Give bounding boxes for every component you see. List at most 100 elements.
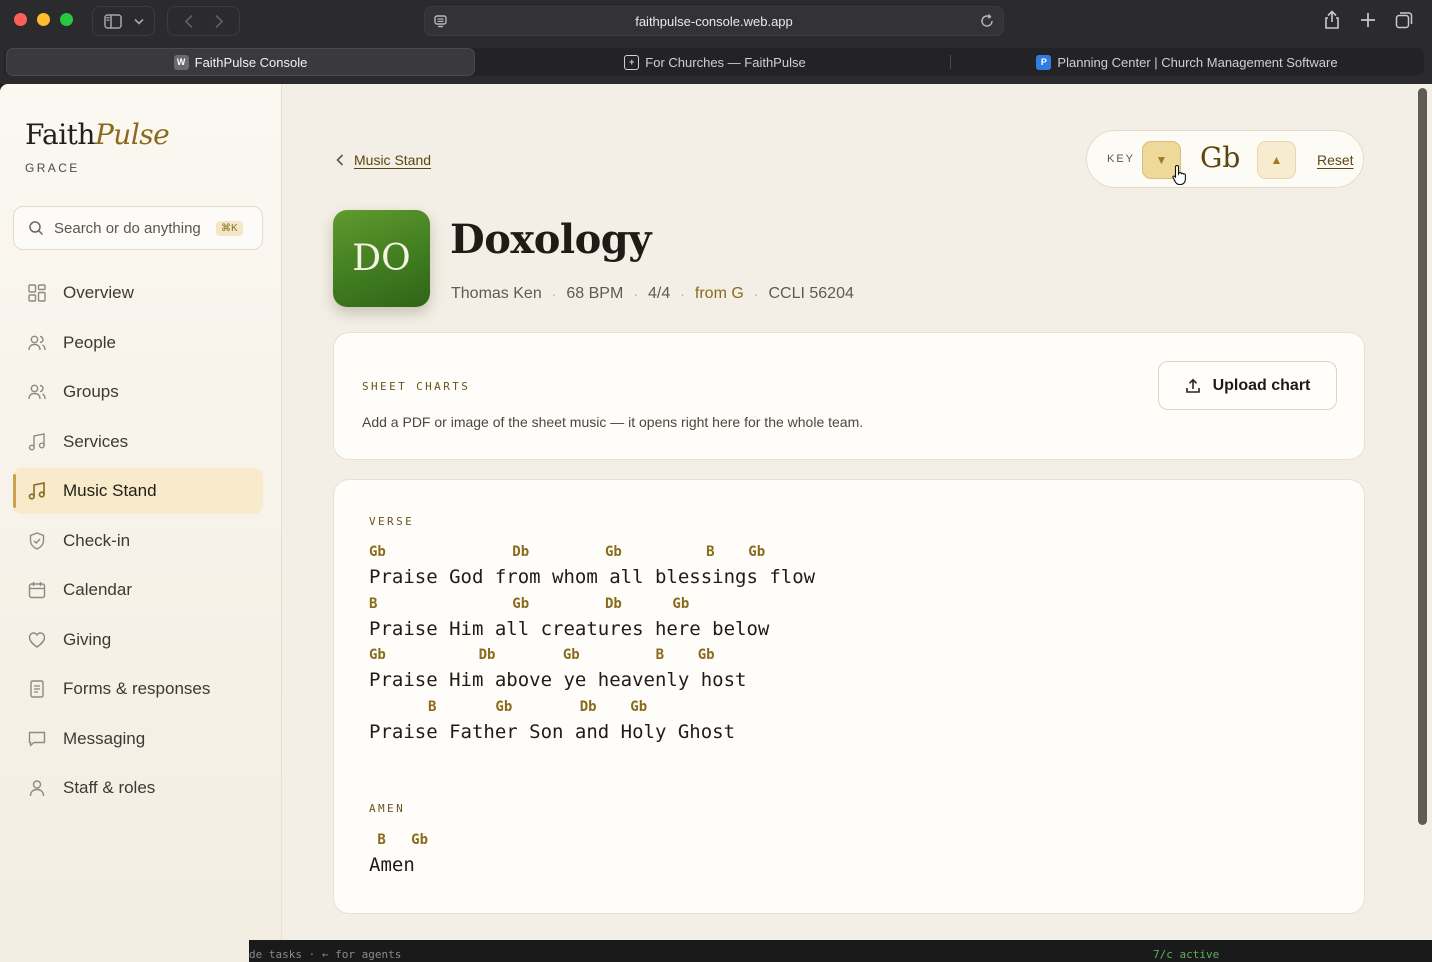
tab-for-churches[interactable]: + For Churches — FaithPulse bbox=[480, 48, 950, 76]
history-nav bbox=[167, 6, 240, 36]
sidebar-item-label: Groups bbox=[63, 382, 119, 401]
heart-icon bbox=[28, 631, 46, 648]
sidebar-item-label: Messaging bbox=[63, 728, 146, 748]
lyric-line: Praise Father Son and Holy Ghost bbox=[369, 721, 736, 743]
brand-logo[interactable]: FaithPulse bbox=[25, 118, 170, 151]
url-text: faithpulse-console.web.app bbox=[635, 13, 793, 29]
hand-cursor-icon bbox=[1172, 164, 1186, 186]
upload-chart-label: Upload chart bbox=[1212, 376, 1311, 394]
search-box[interactable]: ⌘K bbox=[13, 206, 263, 250]
lyric-line: Praise Him above ye heavenly host bbox=[369, 669, 747, 691]
sidebar-item-calendar[interactable]: Calendar bbox=[13, 567, 263, 613]
meta-separator: · bbox=[551, 286, 557, 302]
person-icon bbox=[29, 780, 45, 797]
org-name: GRACE bbox=[25, 161, 80, 175]
new-tab-icon[interactable] bbox=[1356, 8, 1380, 32]
scrollbar-thumb[interactable] bbox=[1418, 88, 1427, 825]
section-label-amen: AMEN bbox=[369, 802, 406, 815]
scrollbar[interactable] bbox=[1418, 84, 1430, 954]
sidebar-item-label: People bbox=[63, 332, 116, 352]
calendar-icon bbox=[28, 582, 46, 599]
back-arrow-icon[interactable] bbox=[184, 14, 194, 29]
reset-key-link[interactable]: Reset bbox=[1317, 152, 1354, 168]
close-window-button[interactable] bbox=[14, 13, 27, 26]
minimize-window-button[interactable] bbox=[37, 13, 50, 26]
meta-separator: · bbox=[633, 286, 638, 302]
sidebar-item-forms[interactable]: Forms & responses bbox=[13, 666, 263, 712]
song-ccli: CCLI 56204 bbox=[768, 285, 854, 302]
key-transpose-control: KEY ▼ Gb ▲ Reset bbox=[1086, 130, 1364, 188]
sidebar-item-label: Music Stand bbox=[63, 481, 157, 500]
chord-line: B Gb Db Gb bbox=[369, 699, 648, 715]
transpose-up-button[interactable]: ▲ bbox=[1257, 141, 1296, 179]
back-link[interactable]: Music Stand bbox=[336, 152, 431, 168]
groups-icon bbox=[28, 384, 46, 400]
meta-separator: · bbox=[680, 286, 685, 302]
music-note-icon bbox=[28, 432, 45, 450]
page-settings-icon[interactable] bbox=[433, 13, 449, 29]
current-key: Gb bbox=[1200, 141, 1241, 174]
tab-planning-center[interactable]: P Planning Center | Church Management So… bbox=[952, 48, 1422, 76]
sidebar-item-label: Check-in bbox=[63, 530, 131, 550]
key-label: KEY bbox=[1107, 153, 1136, 165]
upload-chart-button[interactable]: Upload chart bbox=[1158, 361, 1337, 410]
sidebar-item-services[interactable]: Services bbox=[13, 419, 263, 465]
browser-chrome: faithpulse-console.web.app W FaithPulse … bbox=[0, 0, 1432, 84]
sidebar-item-label: Forms & responses bbox=[63, 679, 211, 698]
lyric-line: Amen bbox=[369, 854, 415, 876]
section-label-verse: VERSE bbox=[369, 515, 415, 528]
sidebar-item-label: Giving bbox=[63, 629, 112, 649]
sidebar-item-people[interactable]: People bbox=[13, 320, 263, 366]
sidebar-item-label: Staff & roles bbox=[63, 778, 156, 797]
chevron-down-icon bbox=[133, 18, 144, 25]
chord-chart-card: VERSE Gb Db Gb B Gb Praise God from whom… bbox=[333, 479, 1365, 914]
sidebar-item-music-stand[interactable]: Music Stand bbox=[13, 468, 263, 514]
triangle-up-icon: ▲ bbox=[1270, 153, 1283, 167]
search-input[interactable] bbox=[54, 219, 206, 237]
meta-separator: · bbox=[753, 286, 759, 302]
sheet-charts-heading: SHEET CHARTS bbox=[362, 380, 471, 393]
reload-icon[interactable] bbox=[979, 13, 995, 29]
sidebar-item-overview[interactable]: Overview bbox=[13, 270, 263, 316]
search-icon bbox=[29, 221, 44, 236]
song-bpm: 68 BPM bbox=[566, 285, 624, 302]
chord-line: Gb Db Gb B Gb bbox=[369, 647, 715, 663]
brand-accent: Pulse bbox=[94, 118, 170, 151]
share-icon[interactable] bbox=[1320, 8, 1344, 32]
sidebar-nav: Overview People Groups Services Music St… bbox=[13, 270, 263, 815]
song-time-signature: 4/4 bbox=[647, 285, 671, 302]
sidebar-item-label: Overview bbox=[63, 283, 134, 302]
sidebar-item-giving[interactable]: Giving bbox=[13, 617, 263, 663]
sidebar: FaithPulse GRACE ⌘K Overview People Grou… bbox=[0, 84, 282, 962]
song-author: Thomas Ken bbox=[451, 285, 542, 302]
app-window: FaithPulse GRACE ⌘K Overview People Grou… bbox=[0, 84, 1432, 962]
triangle-down-icon: ▼ bbox=[1155, 153, 1168, 167]
lyric-line: Praise God from whom all blessings flow bbox=[369, 566, 816, 588]
people-icon bbox=[28, 335, 46, 350]
tab-faithpulse-console[interactable]: W FaithPulse Console bbox=[6, 48, 475, 76]
sidebar-item-groups[interactable]: Groups bbox=[13, 369, 263, 415]
tab-favicon: W bbox=[173, 54, 189, 70]
song-meta: Thomas Ken · 68 BPM · 4/4 · from G · CCL… bbox=[451, 285, 854, 303]
sidebar-item-label: Services bbox=[63, 431, 129, 451]
tab-title: FaithPulse Console bbox=[194, 54, 308, 70]
address-bar[interactable]: faithpulse-console.web.app bbox=[424, 6, 1004, 36]
grid-icon bbox=[28, 284, 46, 302]
sheet-charts-card: SHEET CHARTS Add a PDF or image of the s… bbox=[333, 332, 1365, 460]
tab-separator bbox=[950, 55, 951, 69]
zoom-window-button[interactable] bbox=[60, 13, 73, 26]
search-shortcut-badge: ⌘K bbox=[216, 220, 243, 236]
brand-main: Faith bbox=[25, 118, 95, 151]
tab-overview-icon[interactable] bbox=[1392, 8, 1416, 32]
tab-title: Planning Center | Church Management Soft… bbox=[1057, 54, 1338, 70]
sidebar-item-staff-roles[interactable]: Staff & roles bbox=[13, 765, 263, 811]
forward-arrow-icon[interactable] bbox=[214, 14, 224, 29]
terminal-peek-text: de tasks · ← for agents bbox=[249, 948, 402, 961]
song-artwork: DO bbox=[333, 210, 430, 307]
sidebar-item-messaging[interactable]: Messaging bbox=[13, 716, 263, 762]
upload-icon bbox=[1185, 378, 1200, 393]
sidebar-icon bbox=[103, 13, 122, 29]
sidebar-item-check-in[interactable]: Check-in bbox=[13, 518, 263, 564]
background-terminal-peek: de tasks · ← for agents 7/c active bbox=[249, 940, 1432, 962]
sidebar-toggle-button[interactable] bbox=[92, 6, 155, 36]
